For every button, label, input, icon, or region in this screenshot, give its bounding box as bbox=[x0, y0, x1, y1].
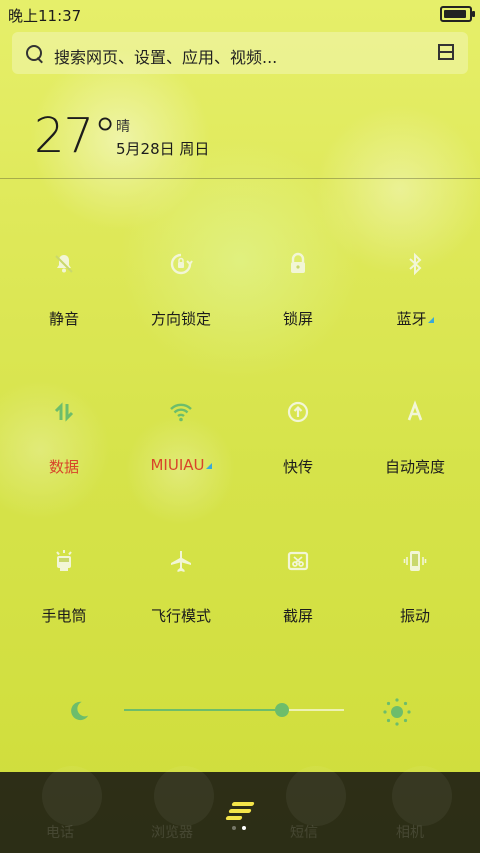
search-placeholder: 搜索网页、设置、应用、视频... bbox=[54, 48, 278, 67]
toggle-label: 静音 bbox=[48, 310, 79, 328]
toggle-label: MIUIAU bbox=[121, 456, 241, 474]
dock: 电话 浏览器 短信 相机 bbox=[0, 766, 480, 853]
dock-app-label: 电话 bbox=[46, 825, 74, 841]
toggle-label-text: MIUIAU bbox=[150, 456, 205, 474]
toggle-label: 方向锁定 bbox=[150, 310, 211, 328]
moon-icon bbox=[71, 701, 89, 721]
toggle-wifi[interactable]: MIUIAU bbox=[121, 388, 241, 488]
status-time: 晚上11:37 bbox=[8, 7, 82, 25]
toggle-label-text: 蓝牙 bbox=[396, 310, 427, 328]
toggle-label: 飞行模式 bbox=[150, 607, 211, 625]
more-indicator-icon bbox=[427, 317, 434, 323]
battery-icon bbox=[440, 6, 475, 22]
weather-widget[interactable]: 27° 晴 5月28日 周日 bbox=[0, 88, 480, 179]
page-dot bbox=[242, 826, 246, 830]
toggle-label: 振动 bbox=[399, 607, 430, 625]
drawer-handle-icon[interactable] bbox=[225, 802, 256, 824]
screenshot-icon bbox=[287, 551, 309, 571]
dock-app-phone[interactable]: 电话 bbox=[0, 766, 120, 853]
toggle-flashlight[interactable]: 手电筒 bbox=[4, 537, 124, 637]
airplane-icon bbox=[171, 551, 191, 572]
camera-icon bbox=[392, 766, 452, 826]
brightness-slider-fill bbox=[124, 709, 282, 711]
toggle-label: 蓝牙 bbox=[355, 308, 475, 329]
bluetooth-icon bbox=[409, 252, 422, 276]
dock-app-label: 浏览器 bbox=[151, 825, 193, 841]
search-icon bbox=[26, 45, 43, 64]
auto-brightness-icon bbox=[407, 400, 423, 421]
toggle-lock-screen[interactable]: 锁屏 bbox=[238, 240, 358, 340]
weather-date: 5月28日 周日 bbox=[116, 140, 210, 158]
dock-app-label: 相机 bbox=[396, 825, 424, 841]
toggle-label: 手电筒 bbox=[41, 607, 87, 625]
scan-icon[interactable] bbox=[438, 44, 454, 60]
brightness-control bbox=[0, 690, 480, 730]
lock-icon bbox=[291, 252, 305, 273]
phone-icon bbox=[42, 766, 102, 826]
toggle-label: 截屏 bbox=[282, 607, 313, 625]
status-bar: 晚上11:37 bbox=[0, 0, 480, 28]
fast-transfer-icon bbox=[287, 401, 309, 423]
toggle-label: 快传 bbox=[282, 458, 313, 476]
brightness-slider[interactable] bbox=[124, 703, 344, 717]
browser-icon bbox=[154, 766, 214, 826]
toggle-auto-brightness[interactable]: 自动亮度 bbox=[355, 388, 475, 488]
dock-app-messages[interactable]: 短信 bbox=[244, 766, 364, 853]
data-arrows-icon bbox=[54, 402, 74, 422]
toggle-rotation-lock[interactable]: 方向锁定 bbox=[121, 240, 241, 340]
more-indicator-icon bbox=[205, 463, 212, 469]
dock-app-camera[interactable]: 相机 bbox=[350, 766, 470, 853]
toggle-fast-transfer[interactable]: 快传 bbox=[238, 388, 358, 488]
toggle-screenshot[interactable]: 截屏 bbox=[238, 537, 358, 637]
page-indicator bbox=[232, 826, 252, 832]
toggle-mute[interactable]: 静音 bbox=[4, 240, 124, 340]
flashlight-icon bbox=[56, 550, 72, 571]
sun-icon bbox=[383, 698, 411, 726]
wifi-icon bbox=[170, 403, 192, 422]
vibrate-icon bbox=[403, 551, 427, 571]
page-dot bbox=[232, 826, 236, 830]
brightness-slider-handle[interactable] bbox=[275, 703, 289, 717]
dock-app-browser[interactable]: 浏览器 bbox=[112, 766, 232, 853]
weather-condition: 晴 bbox=[116, 119, 130, 135]
search-bar[interactable]: 搜索网页、设置、应用、视频... bbox=[12, 32, 468, 74]
toggle-label: 锁屏 bbox=[282, 310, 313, 328]
toggle-vibrate[interactable]: 振动 bbox=[355, 537, 475, 637]
rotation-lock-icon bbox=[170, 253, 193, 275]
messages-icon bbox=[286, 766, 346, 826]
toggle-label: 自动亮度 bbox=[384, 458, 445, 476]
toggle-bluetooth[interactable]: 蓝牙 bbox=[355, 240, 475, 340]
toggle-airplane[interactable]: 飞行模式 bbox=[121, 537, 241, 637]
mute-bell-icon bbox=[55, 255, 73, 273]
dock-app-label: 短信 bbox=[290, 825, 318, 841]
toggle-label: 数据 bbox=[48, 458, 79, 476]
weather-temperature: 27° bbox=[34, 108, 117, 164]
toggle-data[interactable]: 数据 bbox=[4, 388, 124, 488]
